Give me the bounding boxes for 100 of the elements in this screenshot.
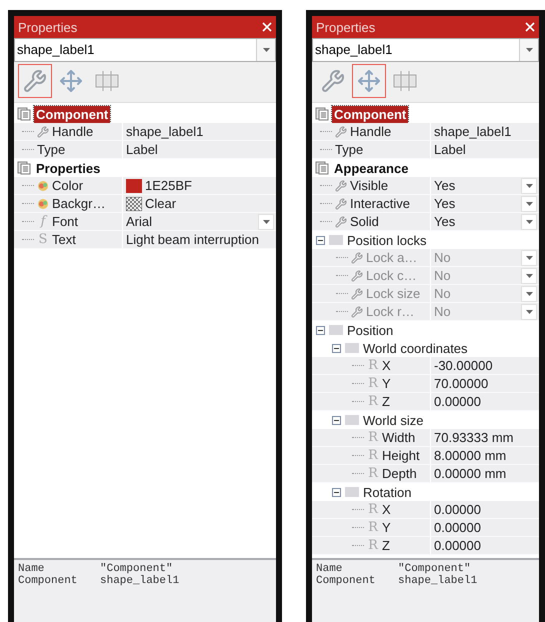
wrench-icon — [23, 69, 47, 93]
type-glyph-icon: R — [367, 466, 379, 481]
caret-icon — [262, 220, 270, 224]
folder-icon — [329, 325, 343, 335]
dropdown-button[interactable] — [521, 214, 537, 230]
category-label: Properties — [35, 160, 102, 176]
property-row[interactable]: Type Label — [14, 141, 276, 159]
move-icon — [59, 69, 83, 93]
property-row[interactable]: R X 0.00000 — [312, 501, 539, 519]
property-value: Label — [126, 142, 159, 157]
property-name: Type — [335, 142, 364, 157]
collapse-icon[interactable] — [316, 326, 325, 334]
property-value: 0.00000 — [434, 538, 482, 553]
property-name: Handle — [52, 124, 94, 139]
property-value: 0.00000 — [434, 520, 482, 535]
type-glyph-icon: S — [37, 232, 49, 247]
property-row[interactable]: Interactive Yes — [312, 195, 539, 213]
collapse-icon[interactable] — [332, 488, 341, 496]
property-row[interactable]: R X -30.00000 — [312, 357, 539, 375]
category-icon — [17, 161, 31, 175]
toolbar-tab[interactable] — [352, 64, 386, 98]
folder-icon — [345, 415, 359, 425]
property-name: Backgr… — [52, 196, 106, 211]
property-row[interactable]: R Y 0.00000 — [312, 519, 539, 537]
property-name: Z — [382, 394, 390, 409]
collapse-icon[interactable] — [332, 344, 341, 352]
collapse-icon[interactable] — [316, 236, 325, 244]
property-row[interactable]: S Text Light beam interruption — [14, 231, 276, 249]
property-row[interactable]: R Z 0.00000 — [312, 537, 539, 555]
type-glyph-icon: R — [367, 538, 379, 553]
group-label: World coordinates — [363, 340, 468, 356]
type-glyph-icon: R — [367, 394, 379, 409]
close-icon[interactable] — [262, 22, 272, 32]
property-name: Solid — [350, 214, 379, 229]
dropdown-button[interactable] — [258, 214, 274, 230]
caret-icon — [526, 310, 532, 314]
property-row[interactable]: R Height 8.00000 mm — [312, 447, 539, 465]
toolbar-tab[interactable] — [18, 64, 52, 98]
property-name: Y — [382, 520, 391, 535]
property-row[interactable]: R Z 0.00000 — [312, 393, 539, 411]
property-value: Light beam interruption — [126, 232, 260, 247]
info-value: shape_label1 — [398, 575, 478, 587]
frame-icon — [94, 68, 120, 94]
caret-icon — [526, 292, 532, 296]
transparent-swatch — [126, 196, 142, 210]
category-icon — [315, 161, 329, 175]
type-glyph-icon: f — [37, 214, 49, 229]
property-row[interactable]: Visible Yes — [312, 177, 539, 195]
category-label: Component — [332, 106, 408, 122]
object-dropdown[interactable]: shape_label1 — [312, 38, 539, 62]
info-key: Name — [316, 563, 398, 575]
property-value: shape_label1 — [434, 124, 512, 139]
property-value: Arial — [126, 214, 154, 229]
wrench-icon — [335, 216, 347, 228]
property-row[interactable]: Type Label — [312, 141, 539, 159]
dropdown-button[interactable] — [521, 178, 537, 194]
property-name: Type — [37, 142, 66, 157]
group-label: Rotation — [363, 484, 412, 500]
property-row[interactable]: R Depth 0.00000 mm — [312, 465, 539, 483]
type-glyph-icon: R — [367, 448, 379, 463]
property-row[interactable]: Handle shape_label1 — [312, 123, 539, 141]
caret-icon — [526, 256, 532, 260]
property-value: 8.00000 mm — [434, 448, 508, 463]
info-key: Component — [18, 575, 100, 587]
move-icon — [357, 69, 381, 93]
group-label: Position locks — [347, 232, 426, 248]
caret-icon — [262, 48, 270, 52]
wrench-icon — [321, 69, 345, 93]
dropdown-button[interactable] — [521, 196, 537, 212]
property-value: Yes — [434, 196, 456, 211]
property-name: Interactive — [350, 196, 410, 211]
property-value: Label — [434, 142, 467, 157]
property-row[interactable]: R Y 70.00000 — [312, 375, 539, 393]
object-dropdown[interactable]: shape_label1 — [14, 38, 276, 62]
close-icon[interactable] — [525, 22, 535, 32]
property-name: Visible — [350, 178, 388, 193]
property-value: 0.00000 — [434, 394, 482, 409]
property-value: -30.00000 — [434, 358, 494, 373]
caret-icon — [526, 184, 532, 188]
property-name: Height — [382, 448, 420, 463]
property-row[interactable]: Solid Yes — [312, 213, 539, 231]
collapse-icon[interactable] — [332, 416, 341, 424]
property-row[interactable]: Handle shape_label1 — [14, 123, 276, 141]
wrench-icon — [335, 180, 347, 192]
property-row[interactable]: Color 1E25BF — [14, 177, 276, 195]
group-label: Position — [347, 322, 394, 338]
property-row[interactable]: Backgr… Clear — [14, 195, 276, 213]
category-label: Component — [34, 106, 110, 122]
info-value: "Component" — [398, 563, 471, 575]
folder-icon — [345, 343, 359, 353]
category-label: Appearance — [333, 160, 410, 176]
property-value: No — [434, 286, 452, 301]
property-row[interactable]: R Width 70.93333 mm — [312, 429, 539, 447]
property-name: Font — [52, 214, 78, 229]
property-name: Y — [382, 376, 391, 391]
caret-icon — [526, 48, 532, 52]
property-name: Lock size — [366, 286, 420, 301]
palette-icon — [37, 180, 49, 192]
property-value: Yes — [434, 214, 456, 229]
property-row[interactable]: f Font Arial — [14, 213, 276, 231]
